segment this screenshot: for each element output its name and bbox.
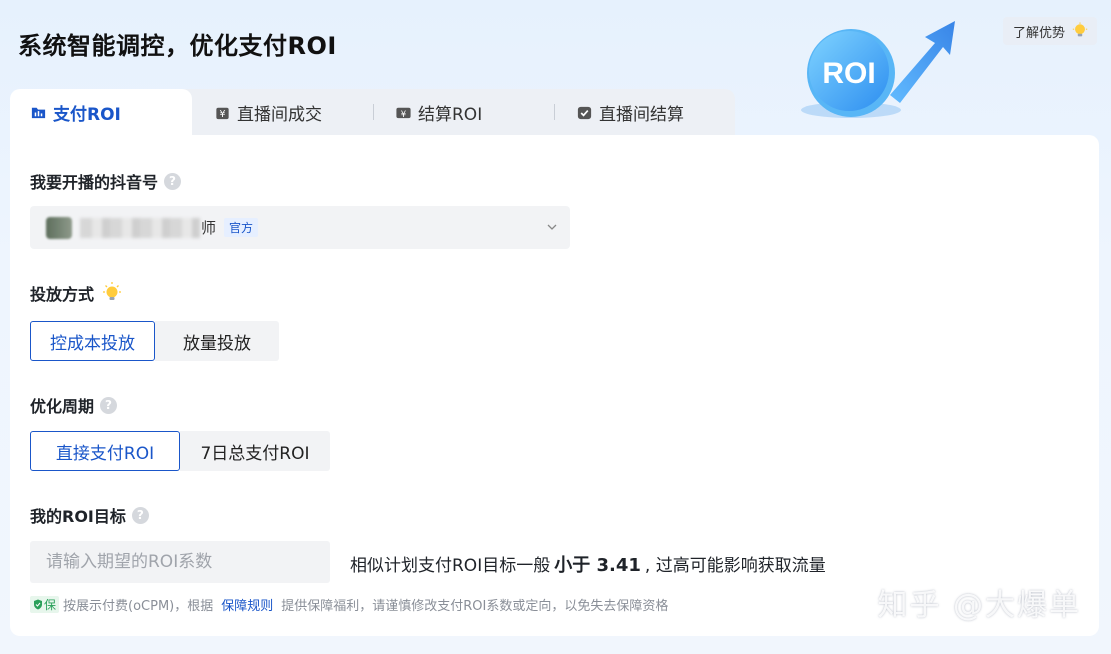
lightbulb-icon[interactable]	[100, 281, 124, 305]
shield-icon	[34, 599, 42, 610]
account-label-row: 我要开播的抖音号 ?	[30, 169, 182, 193]
avatar	[46, 216, 72, 239]
svg-text:¥: ¥	[401, 110, 407, 120]
tab-live-settle[interactable]: 直播间结算	[554, 89, 735, 136]
tab-label: 结算ROI	[418, 105, 483, 125]
bag-icon: ¥	[216, 107, 229, 120]
notice-text-before: 按展示付费(oCPM)，根据	[63, 599, 214, 614]
guarantee-notice: 保 按展示付费(oCPM)，根据 保障规则 提供保障福利，请谨慎修改支付ROI系…	[30, 595, 668, 614]
chart-icon	[31, 107, 46, 119]
account-select[interactable]: 师 官方	[30, 206, 570, 249]
notice-text-after: 提供保障福利，请谨慎修改支付ROI系数或定向，以免失去保障资格	[281, 599, 669, 614]
roi-coin-text: ROI	[822, 57, 875, 90]
official-badge: 官方	[224, 218, 259, 237]
tab-divider	[373, 104, 374, 120]
tab-live-deal[interactable]: ¥ 直播间成交	[192, 89, 373, 136]
guarantee-badge: 保	[30, 596, 60, 613]
roi-target-label-row: 我的ROI目标 ?	[30, 503, 149, 527]
roi-hint-suffix: , 过高可能影响获取流量	[644, 556, 826, 576]
volume-button[interactable]: 放量投放	[155, 321, 279, 361]
roi-hint-value: 小于 3.41	[554, 555, 641, 576]
roi-target-input[interactable]	[30, 541, 330, 583]
help-icon[interactable]: ?	[131, 506, 149, 524]
period-label: 优化周期	[30, 397, 95, 416]
delivery-label-row: 投放方式	[30, 281, 124, 305]
account-name: 师	[201, 219, 217, 237]
check-icon	[577, 106, 592, 120]
tab-label: 直播间结算	[599, 105, 684, 125]
tab-label: 支付ROI	[53, 105, 121, 125]
seven-day-roi-button[interactable]: 7日总支付ROI	[180, 431, 330, 471]
tab-bar: 支付ROI ¥ 直播间成交 ¥ 结算ROI 直播间结算	[10, 89, 735, 136]
guarantee-rules-link[interactable]: 保障规则	[221, 595, 273, 614]
learn-advantages-button[interactable]: 了解优势	[1002, 17, 1097, 45]
tab-settle-roi[interactable]: ¥ 结算ROI	[373, 89, 554, 136]
lightbulb-icon	[1072, 22, 1088, 37]
delivery-mode-toggle: 控成本投放 放量投放	[30, 321, 279, 361]
cost-control-button[interactable]: 控成本投放	[30, 321, 155, 361]
period-toggle: 直接支付ROI 7日总支付ROI	[30, 431, 330, 471]
learn-advantages-label: 了解优势	[1012, 25, 1065, 41]
tab-pay-roi[interactable]: 支付ROI	[10, 89, 192, 136]
settings-panel: 我要开播的抖音号 ? 师 官方 投放方式 控成本投放 放量投放 优化周期 ? 直…	[10, 135, 1099, 636]
roi-hint-prefix: 相似计划支付ROI目标一般	[350, 556, 551, 576]
svg-text:¥: ¥	[219, 109, 225, 120]
account-name-redacted	[80, 217, 200, 238]
tab-label: 直播间成交	[237, 105, 322, 125]
roi-hint: 相似计划支付ROI目标一般 小于 3.41 , 过高可能影响获取流量	[350, 551, 826, 577]
tab-divider	[554, 104, 555, 120]
page-title: 系统智能调控，优化支付ROI	[18, 32, 337, 60]
chevron-down-icon	[547, 224, 557, 230]
help-icon[interactable]: ?	[164, 172, 182, 190]
account-label: 我要开播的抖音号	[30, 173, 159, 192]
help-icon[interactable]: ?	[100, 396, 118, 414]
period-label-row: 优化周期 ?	[30, 393, 118, 417]
guarantee-badge-label: 保	[44, 598, 57, 612]
roi-target-label: 我的ROI目标	[30, 507, 126, 526]
wallet-icon: ¥	[396, 107, 411, 120]
delivery-label: 投放方式	[30, 285, 95, 304]
watermark: 知乎 @大爆单	[877, 588, 1081, 623]
roi-coin-illustration: ROI	[801, 21, 955, 118]
direct-roi-button[interactable]: 直接支付ROI	[30, 431, 180, 471]
